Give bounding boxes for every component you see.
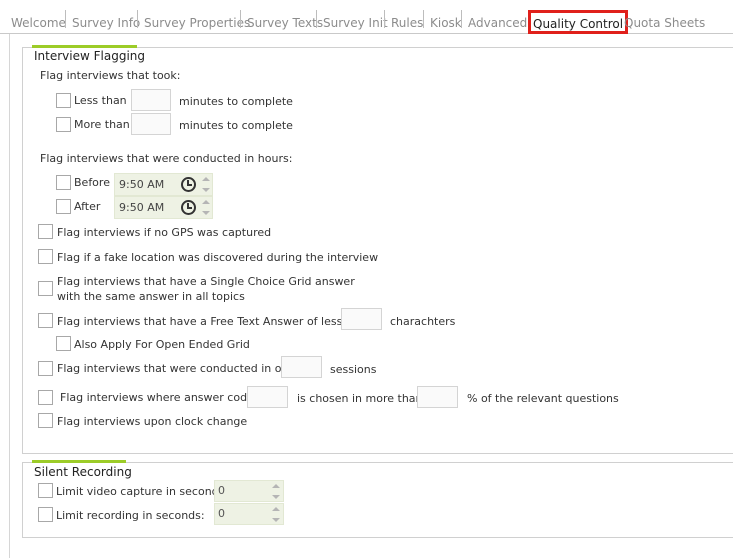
more-than-checkbox[interactable] <box>56 117 71 132</box>
less-than-checkbox[interactable] <box>56 93 71 108</box>
tab-quota-sheets[interactable]: Quota Sheets <box>624 14 705 32</box>
limit-video-checkbox[interactable] <box>38 483 53 498</box>
group-accent-bar <box>32 460 126 463</box>
fake-location-checkbox[interactable] <box>38 249 53 264</box>
answer-coding-mid-label: is chosen in more than <box>297 392 423 405</box>
sessions-label: Flag interviews that were conducted in o… <box>57 362 300 375</box>
tab-separator <box>423 10 424 28</box>
spinner-icon[interactable] <box>271 505 281 525</box>
no-gps-checkbox[interactable] <box>38 224 53 239</box>
sessions-suffix: sessions <box>330 363 377 376</box>
answer-coding-input[interactable] <box>247 386 288 408</box>
after-checkbox[interactable] <box>56 199 71 214</box>
clock-icon[interactable] <box>181 177 196 192</box>
clock-change-label: Flag interviews upon clock change <box>57 415 248 428</box>
sessions-checkbox[interactable] <box>38 361 53 376</box>
limit-recording-checkbox[interactable] <box>38 507 53 522</box>
after-time-picker[interactable]: 9:50 AM <box>114 196 213 219</box>
tab-survey-properties[interactable]: Survey Properties <box>144 14 250 32</box>
clock-icon[interactable] <box>181 200 196 215</box>
open-ended-grid-label: Also Apply For Open Ended Grid <box>74 338 250 351</box>
more-than-label: More than <box>74 118 130 131</box>
single-choice-grid-label-cont: with the same answer in all topics <box>57 290 245 303</box>
more-than-minutes-input[interactable] <box>131 113 171 135</box>
fake-location-label: Flag if a fake location was discovered d… <box>57 251 379 264</box>
after-label: After <box>74 200 101 213</box>
took-heading: Flag interviews that took: <box>40 69 181 82</box>
less-than-minutes-input[interactable] <box>131 89 171 111</box>
tab-quality-control[interactable]: Quality Control <box>528 10 629 34</box>
answer-coding-label: Flag interviews where answer coding <box>60 391 265 404</box>
tab-separator <box>461 10 462 28</box>
content-border <box>9 34 10 558</box>
clock-change-checkbox[interactable] <box>38 413 53 428</box>
group-accent-bar <box>32 45 137 48</box>
before-label: Before <box>74 176 110 189</box>
limit-recording-label: Limit recording in seconds: <box>56 509 205 522</box>
tab-survey-init[interactable]: Survey Init <box>323 14 388 32</box>
spinner-icon[interactable] <box>201 175 211 195</box>
silent-recording-title: Silent Recording <box>34 465 132 479</box>
tab-separator <box>240 10 241 28</box>
limit-recording-value: 0 <box>218 507 225 520</box>
free-text-length-input[interactable] <box>341 308 382 330</box>
open-ended-grid-checkbox[interactable] <box>56 336 71 351</box>
no-gps-label: Flag interviews if no GPS was captured <box>57 226 272 239</box>
more-than-suffix: minutes to complete <box>179 119 293 132</box>
tab-separator <box>316 10 317 28</box>
tab-survey-info[interactable]: Survey Info <box>72 14 140 32</box>
limit-recording-input[interactable]: 0 <box>214 503 284 525</box>
before-time-value: 9:50 AM <box>119 178 165 191</box>
tab-separator <box>137 10 138 28</box>
interview-flagging-title: Interview Flagging <box>34 49 145 63</box>
tab-welcome[interactable]: Welcome <box>11 14 66 32</box>
before-checkbox[interactable] <box>56 175 71 190</box>
limit-video-label: Limit video capture in seconds: <box>56 485 229 498</box>
answer-coding-checkbox[interactable] <box>38 390 53 405</box>
single-choice-grid-checkbox[interactable] <box>38 281 53 296</box>
spinner-icon[interactable] <box>201 198 211 218</box>
tab-separator <box>65 10 66 28</box>
single-choice-grid-label: Flag interviews that have a Single Choic… <box>57 275 355 288</box>
tab-bar: Welcome Survey Info Survey Properties Su… <box>0 0 733 34</box>
answer-coding-suffix: % of the relevant questions <box>467 392 619 405</box>
limit-video-value: 0 <box>218 484 225 497</box>
tab-survey-texts[interactable]: Survey Texts <box>247 14 323 32</box>
answer-coding-percent-input[interactable] <box>417 386 458 408</box>
free-text-label: Flag interviews that have a Free Text An… <box>57 315 371 328</box>
tab-separator <box>384 10 385 28</box>
free-text-checkbox[interactable] <box>38 313 53 328</box>
tab-rules[interactable]: Rules <box>391 14 423 32</box>
tab-kiosk[interactable]: Kiosk <box>430 14 462 32</box>
less-than-suffix: minutes to complete <box>179 95 293 108</box>
less-than-label: Less than <box>74 94 127 107</box>
tab-advanced[interactable]: Advanced <box>468 14 527 32</box>
after-time-value: 9:50 AM <box>119 201 165 214</box>
free-text-suffix: charachters <box>390 315 456 328</box>
spinner-icon[interactable] <box>271 482 281 502</box>
hours-heading: Flag interviews that were conducted in h… <box>40 152 293 165</box>
sessions-count-input[interactable] <box>281 356 322 378</box>
before-time-picker[interactable]: 9:50 AM <box>114 173 213 196</box>
limit-video-input[interactable]: 0 <box>214 480 284 502</box>
